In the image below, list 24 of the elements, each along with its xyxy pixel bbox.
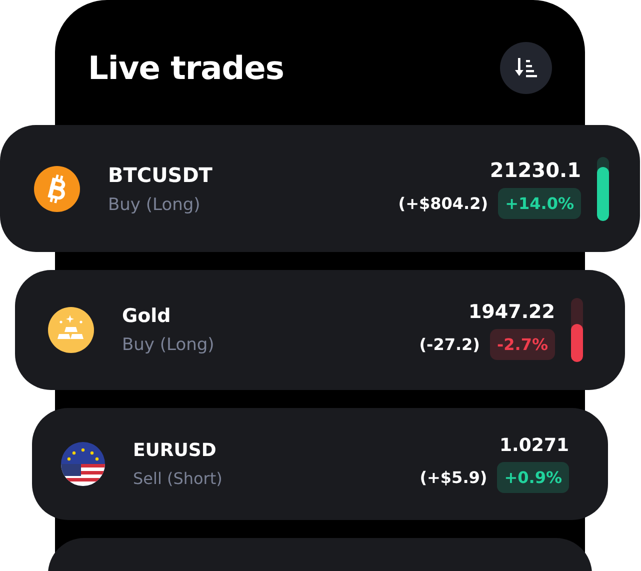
page-title: Live trades (88, 49, 284, 87)
sort-button[interactable] (500, 42, 552, 94)
trade-card[interactable]: Gold Buy (Long) 1947.22 (-27.2) -2.7% (15, 270, 625, 390)
trade-card[interactable]: EURUSD Sell (Short) 1.0271 (+$5.9) +0.9% (32, 408, 608, 520)
price: 1947.22 (468, 300, 555, 322)
price: 21230.1 (490, 158, 581, 182)
symbol-name: Gold (122, 305, 172, 327)
trade-card[interactable]: BTCUSDT Buy (Long) 21230.1 (+$804.2) +14.0% (0, 125, 640, 252)
symbol-name: BTCUSDT (108, 162, 214, 186)
sort-icon (515, 58, 537, 78)
position-side: Buy (Long) (122, 335, 216, 355)
bullion-icon (48, 307, 94, 353)
symbol-name: EURUSD (133, 440, 218, 461)
position-side: Buy (Long) (108, 194, 202, 214)
profit-loss: (-27.2) (419, 334, 480, 354)
bitcoin-icon (34, 166, 80, 212)
change-percent: +14.0% (498, 188, 581, 219)
position-side: Sell (Short) (133, 469, 224, 488)
change-percent: -2.7% (490, 328, 555, 360)
eu-us-flag-icon (61, 442, 105, 486)
profit-loss: (+$804.2) (398, 194, 488, 213)
change-percent: +0.9% (497, 462, 569, 493)
price: 1.0271 (500, 435, 569, 456)
profit-loss: (+$5.9) (420, 468, 488, 487)
